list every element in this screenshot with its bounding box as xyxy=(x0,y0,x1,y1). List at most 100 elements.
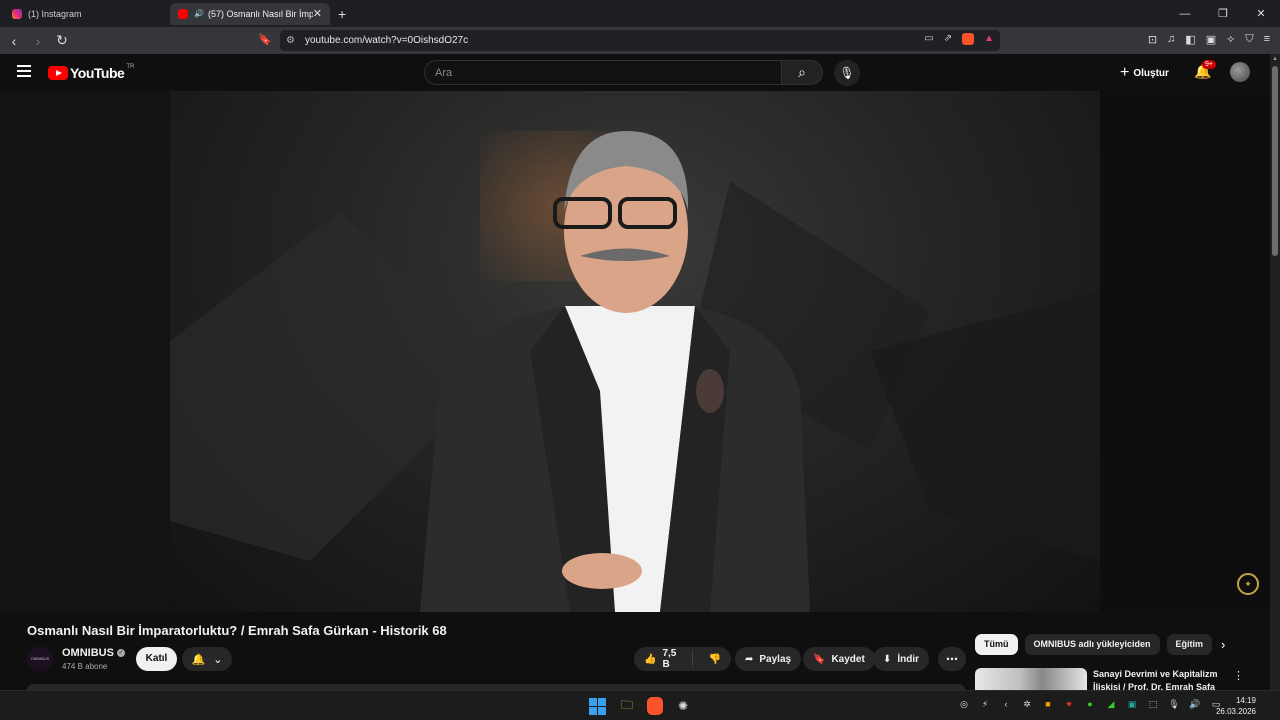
leo-ai-icon[interactable]: ✧ xyxy=(1226,33,1235,46)
scrollbar-thumb[interactable] xyxy=(1272,66,1278,256)
guide-menu-icon[interactable] xyxy=(17,65,31,77)
recommendation-filter-chips: Tümü OMNIBUS adlı yükleyiciden Eğitim xyxy=(975,634,1213,655)
tab-instagram[interactable]: (1) Instagram xyxy=(4,3,164,25)
wallet-icon[interactable]: ▣ xyxy=(1206,33,1216,46)
close-tab-icon[interactable]: ✕ xyxy=(313,7,322,20)
tray-app-icon[interactable]: ◎ xyxy=(958,699,970,710)
brave-rewards-icon[interactable]: ▲ xyxy=(984,33,994,45)
browser-toolbar: ‹ › ↻ 🔖 ⚙ youtube.com/watch?v=0OishsdO27… xyxy=(0,27,1280,54)
taskbar-clock[interactable]: 14:19 26.03.2026 xyxy=(1216,695,1256,717)
tray-app-icon[interactable]: ■ xyxy=(1042,699,1054,710)
download-button[interactable]: ⬇ İndir xyxy=(873,647,930,671)
page-scrollbar[interactable]: ▲ xyxy=(1270,54,1280,690)
share-page-icon[interactable]: ⇗ xyxy=(944,33,952,45)
menu-icon[interactable]: ≡ xyxy=(1264,33,1270,46)
notifications-button[interactable]: 🔔 9+ xyxy=(1194,60,1216,80)
site-settings-icon[interactable]: ⚙ xyxy=(286,35,295,46)
screenshot-icon[interactable]: ⊡ xyxy=(1148,33,1157,46)
recommendation-thumbnail[interactable] xyxy=(975,668,1087,690)
share-label: Paylaş xyxy=(759,653,792,665)
share-button[interactable]: ➦ Paylaş xyxy=(735,647,802,671)
close-window-icon[interactable]: ✕ xyxy=(1242,7,1280,20)
share-icon: ➦ xyxy=(745,653,754,665)
windows-logo-icon xyxy=(588,697,606,715)
chip-from-uploader[interactable]: OMNIBUS adlı yükleyiciden xyxy=(1024,634,1160,655)
vpn-icon[interactable]: ⛉ xyxy=(1245,33,1253,46)
more-vertical-icon[interactable]: ⋮ xyxy=(1233,669,1244,682)
channel-name-link[interactable]: OMNIBUS ✓ xyxy=(62,647,125,659)
voice-search-button[interactable]: 🎙 xyxy=(834,60,860,86)
tray-app-icon[interactable]: ● xyxy=(1084,699,1096,710)
recommendation-title[interactable]: Sanayi Devrimi ve Kapitalizm İlişkisi / … xyxy=(1093,668,1223,690)
back-icon[interactable]: ‹ xyxy=(4,33,24,49)
reload-icon[interactable]: ↻ xyxy=(52,32,72,49)
file-explorer-icon[interactable]: 🗀 xyxy=(617,696,637,716)
minimize-icon[interactable]: — xyxy=(1166,8,1204,20)
chevron-down-icon: ⌄ xyxy=(213,653,223,666)
video-side-left xyxy=(0,91,170,612)
tray-arrow-icon[interactable]: ‹ xyxy=(1000,699,1012,710)
search-input[interactable]: Ara xyxy=(424,60,782,85)
dislike-button[interactable]: 👎 xyxy=(699,654,731,665)
address-bar-actions: ▭ ⇗ ▲ xyxy=(924,33,994,45)
youtube-logo[interactable]: YouTube TR xyxy=(48,64,135,81)
subscription-notifications-button[interactable]: 🔔 ⌄ xyxy=(182,647,232,671)
brave-browser-icon[interactable] xyxy=(647,697,663,715)
chip-all[interactable]: Tümü xyxy=(975,634,1018,655)
create-button[interactable]: + Oluştur xyxy=(1120,64,1169,82)
youtube-header: YouTube TR Ara ⌕ 🎙 + Oluştur 🔔 9+ xyxy=(0,54,1270,91)
like-dislike-group: 👍 7,5 B 👎 xyxy=(634,647,731,671)
save-label: Kaydet xyxy=(831,653,865,665)
tray-app-icon[interactable]: ▣ xyxy=(1126,699,1138,710)
brave-shields-icon[interactable] xyxy=(962,33,975,45)
volume-icon[interactable]: 🔊 xyxy=(1189,699,1201,710)
window-controls: — ❐ ✕ xyxy=(1166,0,1280,27)
tab-youtube[interactable]: 🔊 (57) Osmanlı Nasıl Bir İmparatorluktu?… xyxy=(170,2,330,25)
video-player[interactable]: ✦ xyxy=(0,91,1270,612)
microphone-icon[interactable]: 🎙 xyxy=(1168,699,1180,710)
account-avatar[interactable] xyxy=(1230,62,1250,82)
chevron-right-icon[interactable]: › xyxy=(1221,637,1225,652)
channel-avatar[interactable]: OMNIBUS xyxy=(27,646,53,672)
scroll-up-icon[interactable]: ▲ xyxy=(1272,56,1278,62)
cast-icon[interactable]: ▭ xyxy=(924,33,933,45)
address-bar[interactable]: ⚙ youtube.com/watch?v=0OishsdO27c ▭ ⇗ ▲ xyxy=(280,30,1000,51)
tab-title: (1) Instagram xyxy=(28,8,82,19)
usb-icon[interactable]: ⚡ xyxy=(979,699,991,710)
search-button[interactable]: ⌕ xyxy=(781,60,823,85)
chip-education[interactable]: Eğitim xyxy=(1166,634,1213,655)
extensions-area: ⊡ ♫ ◧ ▣ ✧ ⛉ ≡ xyxy=(1148,33,1270,46)
tray-app-icon[interactable]: ◢ xyxy=(1105,699,1117,710)
tray-app-icon[interactable]: ♥ xyxy=(1063,699,1075,710)
speaker-figure xyxy=(170,131,1100,612)
start-button[interactable] xyxy=(587,696,607,716)
time: 14:19 xyxy=(1235,696,1256,705)
speaker-icon[interactable]: 🔊 xyxy=(194,9,204,18)
bookmark-icon[interactable]: 🔖 xyxy=(258,33,272,46)
tray-app-icon[interactable]: ⬚ xyxy=(1147,699,1159,710)
channel-name: OMNIBUS xyxy=(62,647,114,659)
chatgpt-icon[interactable]: ✺ xyxy=(673,696,693,716)
thumbs-up-icon: 👍 xyxy=(644,653,657,665)
like-button[interactable]: 👍 7,5 B xyxy=(634,648,693,670)
microphone-icon: 🎙 xyxy=(839,66,855,80)
media-icon[interactable]: ♫ xyxy=(1167,33,1175,46)
create-label: Oluştur xyxy=(1133,67,1169,79)
youtube-favicon-icon xyxy=(178,8,188,19)
restore-icon[interactable]: ❐ xyxy=(1204,7,1242,20)
save-button[interactable]: 🔖 Kaydet xyxy=(803,647,875,671)
tab-title: (57) Osmanlı Nasıl Bir İmparatorluktu? xyxy=(207,8,313,19)
ai-assistant-button[interactable]: ✦ xyxy=(1237,573,1259,595)
video-side-right xyxy=(1100,91,1270,612)
instagram-icon xyxy=(12,8,22,19)
tray-app-icon[interactable]: ✲ xyxy=(1021,699,1033,710)
more-horizontal-icon: ⋯ xyxy=(946,652,958,666)
date: 26.03.2026 xyxy=(1215,707,1256,716)
join-button[interactable]: Katıl xyxy=(136,647,177,671)
sidebar-icon[interactable]: ◧ xyxy=(1185,33,1195,46)
plus-icon: + xyxy=(1120,64,1130,81)
region-code: TR xyxy=(126,64,135,70)
forward-icon[interactable]: › xyxy=(28,33,48,49)
new-tab-button[interactable]: + xyxy=(338,6,346,22)
more-actions-button[interactable]: ⋯ xyxy=(938,647,966,671)
